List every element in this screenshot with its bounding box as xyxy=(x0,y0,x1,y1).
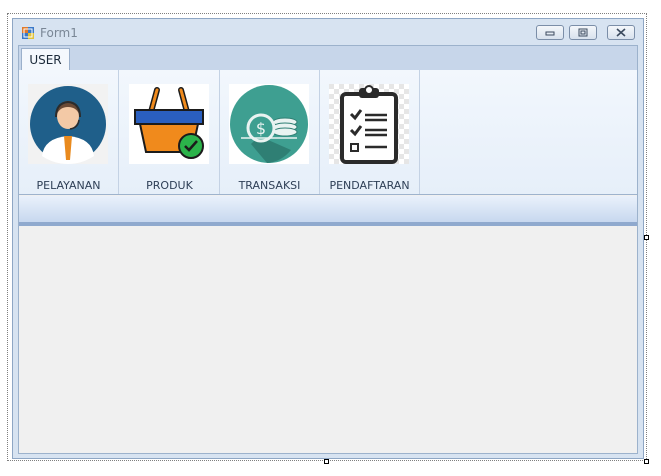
svg-text:$: $ xyxy=(256,119,266,138)
ribbon-button-transaksi[interactable]: $ TRANSAKSI xyxy=(220,70,320,194)
clipboard-checklist-icon xyxy=(329,84,409,164)
ribbon-label-produk: PRODUK xyxy=(146,179,193,192)
ribbon-label-pelayanan: PELAYANAN xyxy=(36,179,101,192)
minimize-button[interactable] xyxy=(536,25,564,40)
resize-grip-corner[interactable] xyxy=(644,459,649,464)
ribbon-label-transaksi: TRANSAKSI xyxy=(238,179,301,192)
ribbon-button-produk[interactable]: PRODUK xyxy=(120,70,220,194)
shopping-basket-check-icon xyxy=(129,84,209,164)
ribbon-button-pelayanan[interactable]: PELAYANAN xyxy=(19,70,119,194)
form-window: Form1 USER PELAYANAN PRODUK $ TRANSAKSI … xyxy=(12,18,644,459)
customer-service-agent-icon xyxy=(28,84,108,164)
minimize-icon xyxy=(545,31,555,35)
close-button[interactable] xyxy=(607,25,635,40)
ribbon-label-pendaftaran: PENDAFTARAN xyxy=(329,179,410,192)
restore-button[interactable] xyxy=(569,25,597,40)
form-client-area: USER PELAYANAN PRODUK $ TRANSAKSI PENDAF… xyxy=(18,45,638,454)
workspace-area xyxy=(19,226,637,453)
tab-user[interactable]: USER xyxy=(21,48,70,70)
ribbon-tab-strip: USER xyxy=(19,46,637,70)
resize-grip-right[interactable] xyxy=(644,235,649,240)
window-title: Form1 xyxy=(40,26,78,40)
ribbon-panel: PELAYANAN PRODUK $ TRANSAKSI PENDAFTARAN xyxy=(19,70,637,195)
ribbon-footer-band xyxy=(19,196,637,222)
money-coins-icon: $ xyxy=(229,84,309,164)
resize-grip-bottom[interactable] xyxy=(324,459,329,464)
ribbon-button-pendaftaran[interactable]: PENDAFTARAN xyxy=(320,70,420,194)
title-bar: Form1 xyxy=(13,19,643,45)
close-icon xyxy=(616,28,626,37)
restore-icon xyxy=(578,28,588,37)
form-app-icon xyxy=(22,27,34,39)
